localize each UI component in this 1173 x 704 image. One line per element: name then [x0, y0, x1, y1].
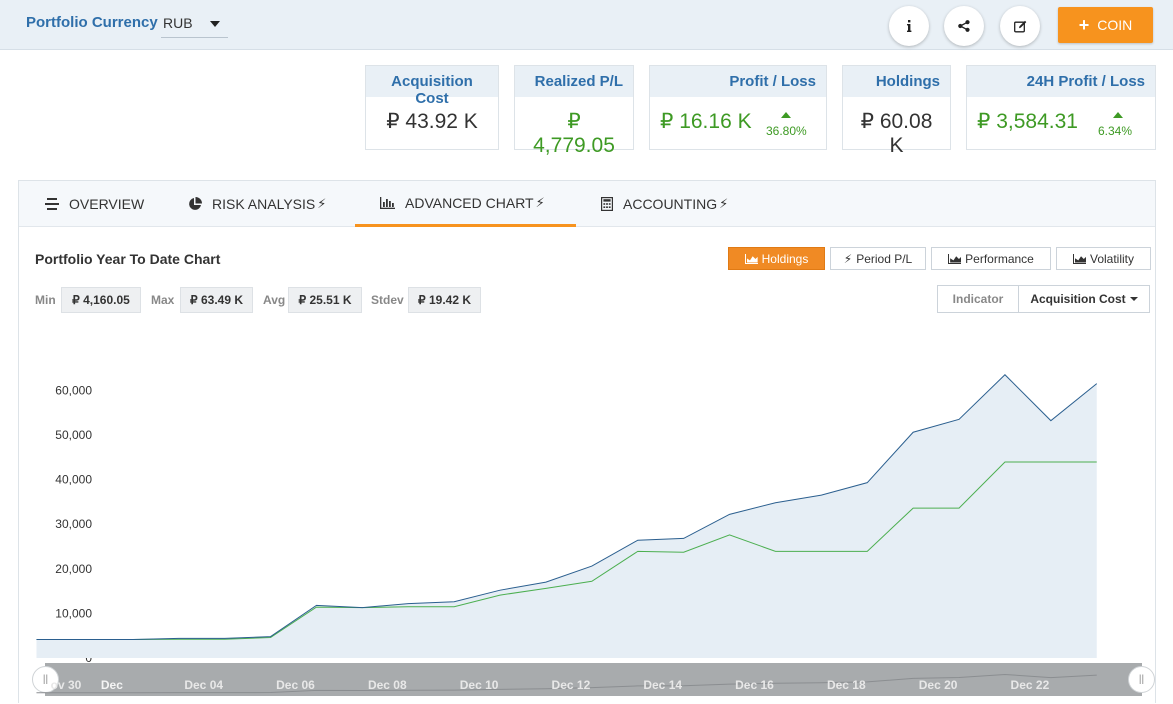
y-tick-label: 40,000	[55, 473, 92, 487]
plus-icon: +	[1078, 14, 1090, 35]
realized-pl-label: Realized P/L	[515, 66, 633, 97]
currency-select[interactable]: RUB	[161, 10, 228, 38]
add-coin-button[interactable]: + COIN	[1058, 7, 1153, 43]
navigator-left-handle[interactable]: ||	[32, 666, 59, 693]
holdings-label: Holdings	[843, 66, 950, 97]
range-navigator[interactable]	[45, 663, 1142, 696]
acquisition-cost-card: Acquisition Cost ₽ 43.92 K	[365, 65, 499, 150]
acquisition-cost-label: Acquisition Cost	[366, 66, 498, 107]
y-tick-label: 20,000	[55, 562, 92, 576]
share-button[interactable]	[944, 6, 984, 46]
profit-24h-label: 24H Profit / Loss	[967, 66, 1155, 97]
realized-pl-value: ₽ 4,779.05	[533, 110, 615, 157]
info-icon	[907, 20, 912, 32]
info-button[interactable]	[889, 6, 929, 46]
y-tick-label: 60,000	[55, 383, 92, 397]
profit-loss-value-row: ₽ 16.16 K 36.80%	[650, 97, 826, 138]
acquisition-cost-value: ₽ 43.92 K	[386, 110, 478, 133]
edit-icon	[1013, 20, 1026, 32]
add-coin-label: COIN	[1097, 17, 1133, 33]
holdings-chart: 010,00020,00030,00040,00050,00060,000	[36, 374, 1098, 665]
currency-label: Portfolio Currency	[26, 14, 158, 31]
holdings-card: Holdings ₽ 60.08 K	[842, 65, 951, 157]
arrow-up-icon	[781, 112, 791, 118]
realized-pl-card: Realized P/L ₽ 4,779.05	[514, 65, 634, 157]
top-bar: Portfolio Currency RUB + COIN	[0, 0, 1173, 50]
y-tick-label: 30,000	[55, 517, 92, 531]
profit-24h-value-row: ₽ 3,584.31 6.34%	[967, 97, 1155, 138]
holdings-area	[36, 374, 1097, 658]
profit-24h-card: 24H Profit / Loss ₽ 3,584.31 6.34%	[966, 65, 1156, 150]
holdings-value: ₽ 60.08 K	[860, 110, 933, 157]
navigator-right-handle[interactable]: ||	[1128, 666, 1155, 693]
arrow-up-icon	[1113, 112, 1123, 118]
profit-24h-pct: 6.34%	[1098, 124, 1133, 138]
edit-button[interactable]	[1000, 6, 1040, 46]
profit-24h-change: 6.34%	[1098, 112, 1133, 138]
profit-24h-value: ₽ 3,584.31	[977, 110, 1078, 133]
share-icon	[958, 20, 970, 32]
profit-loss-change: 36.80%	[766, 112, 807, 138]
profit-loss-card: Profit / Loss ₽ 16.16 K 36.80%	[649, 65, 827, 150]
currency-value: RUB	[163, 15, 193, 31]
y-tick-label: 50,000	[55, 428, 92, 442]
profit-loss-value: ₽ 16.16 K	[660, 110, 752, 133]
profit-loss-label: Profit / Loss	[650, 66, 826, 97]
chevron-down-icon	[210, 21, 220, 27]
chart-panel: OVERVIEW RISK ANALYSIS ⚡︎ ADVANCED CHART…	[18, 180, 1156, 703]
profit-loss-pct: 36.80%	[766, 124, 807, 138]
y-tick-label: 10,000	[55, 606, 92, 620]
